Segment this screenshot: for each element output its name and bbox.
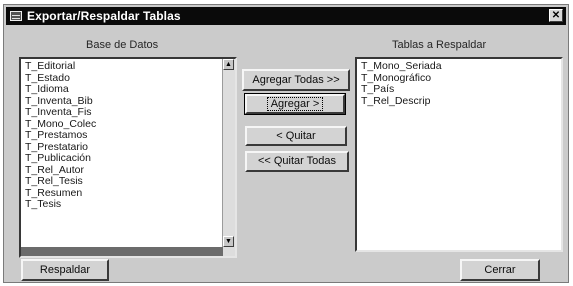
backup-button[interactable]: Respaldar — [21, 259, 109, 281]
list-item[interactable]: T_Tesis — [23, 198, 96, 211]
window-menu-icon[interactable] — [10, 11, 22, 21]
title-bar: Exportar/Respaldar Tablas ✕ — [6, 7, 566, 25]
scroll-down-icon[interactable]: ▼ — [223, 236, 234, 247]
database-tables-list[interactable]: T_Editorial T_Estado T_Idioma T_Inventa_Bib… — [19, 57, 237, 258]
export-backup-dialog: Exportar/Respaldar Tablas ✕ Base de Dato… — [3, 4, 569, 283]
backup-tables-items: T_Mono_Seriada T_Monográfico T_País T_Rel_D… — [359, 60, 442, 108]
list-item[interactable]: T_Inventa_Fis — [23, 106, 96, 119]
close-window-button[interactable]: ✕ — [549, 9, 563, 22]
close-button[interactable]: Cerrar — [460, 259, 540, 281]
list-item[interactable]: T_Mono_Seriada — [359, 60, 442, 73]
list-item[interactable]: T_Prestamos — [23, 129, 96, 142]
list-item[interactable]: T_Rel_Tesis — [23, 175, 96, 188]
list-item[interactable]: T_Rel_Descrip — [359, 95, 442, 108]
list-item[interactable]: T_Idioma — [23, 83, 96, 96]
add-all-button[interactable]: Agregar Todas >> — [242, 69, 350, 91]
backup-button-label: Respaldar — [39, 264, 91, 276]
add-button[interactable]: Agregar > — [244, 93, 346, 115]
close-button-label: Cerrar — [484, 264, 516, 276]
backup-tables-list[interactable]: T_Mono_Seriada T_Monográfico T_País T_Rel_D… — [355, 57, 563, 252]
scroll-up-icon[interactable]: ▲ — [223, 59, 234, 70]
database-list-hscroll[interactable] — [21, 247, 223, 256]
database-tables-items: T_Editorial T_Estado T_Idioma T_Inventa_Bib… — [23, 60, 96, 211]
backup-tables-label: Tablas a Respaldar — [392, 39, 487, 51]
remove-all-button[interactable]: << Quitar Todas — [245, 151, 349, 172]
window-title: Exportar/Respaldar Tablas — [27, 9, 181, 23]
add-button-label: Agregar > — [266, 97, 324, 111]
remove-button[interactable]: < Quitar — [245, 126, 347, 146]
database-label: Base de Datos — [86, 39, 159, 51]
list-item[interactable]: T_Publicación — [23, 152, 96, 165]
list-item[interactable]: T_País — [359, 83, 442, 96]
database-list-scrollbar[interactable]: ▲ ▼ — [222, 59, 235, 256]
list-item[interactable]: T_Editorial — [23, 60, 96, 73]
